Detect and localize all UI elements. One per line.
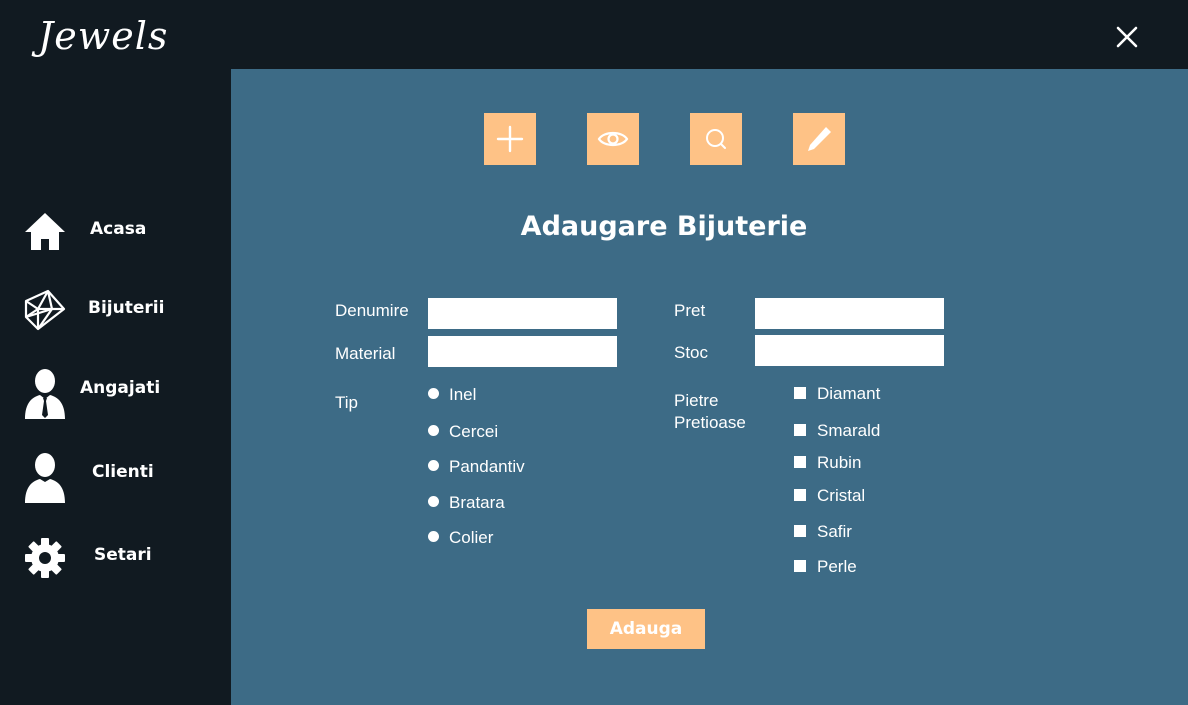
checkbox-label: Diamant (817, 384, 881, 403)
diamond-icon (22, 287, 68, 333)
radio-indicator (428, 460, 439, 471)
employee-icon (22, 367, 68, 419)
search-icon (706, 129, 726, 149)
sidebar-item-angajati[interactable]: Angajati (0, 359, 231, 419)
checkbox-indicator (794, 424, 806, 436)
checkbox-perle[interactable]: Perle (794, 557, 857, 577)
radio-indicator (428, 425, 439, 436)
pencil-icon (808, 127, 831, 151)
checkbox-label: Cristal (817, 486, 866, 505)
checkbox-label: Rubin (817, 453, 862, 472)
radio-colier[interactable]: Colier (428, 528, 493, 548)
checkbox-rubin[interactable]: Rubin (794, 453, 861, 473)
search-button[interactable] (690, 113, 742, 165)
adauga-button[interactable]: Adauga (587, 609, 705, 649)
radio-bratara[interactable]: Bratara (428, 493, 505, 513)
sidebar-item-label: Angajati (80, 378, 161, 398)
sidebar-item-label: Acasa (90, 219, 147, 239)
radio-inel[interactable]: Inel (428, 385, 476, 405)
radio-label: Colier (449, 528, 494, 547)
main-panel: Adaugare Bijuterie Denumire Material Pre… (231, 69, 1188, 705)
pret-label: Pret (674, 301, 706, 320)
gear-icon (22, 534, 68, 580)
sidebar-item-setari[interactable]: Setari (0, 526, 231, 586)
radio-indicator (428, 496, 439, 507)
radio-label: Pandantiv (449, 457, 525, 476)
app-logo: Jewels (38, 14, 169, 58)
sidebar-item-clienti[interactable]: Clienti (0, 443, 231, 503)
view-button[interactable] (587, 113, 639, 165)
edit-button[interactable] (793, 113, 845, 165)
checkbox-label: Perle (817, 557, 857, 576)
checkbox-cristal[interactable]: Cristal (794, 486, 865, 506)
tip-label: Tip (335, 393, 358, 412)
title-bar: Jewels (0, 0, 1188, 69)
page-title: Adaugare Bijuterie (520, 211, 808, 242)
sidebar-item-label: Clienti (92, 462, 154, 482)
sidebar-item-bijuterii[interactable]: Bijuterii (0, 279, 231, 339)
pietre-label-line1: Pietre (674, 391, 719, 410)
checkbox-diamant[interactable]: Diamant (794, 384, 880, 404)
radio-indicator (428, 388, 439, 399)
stoc-label: Stoc (674, 343, 709, 362)
radio-label: Bratara (449, 493, 505, 512)
checkbox-smarald[interactable]: Smarald (794, 421, 880, 441)
radio-indicator (428, 531, 439, 542)
close-icon[interactable] (1112, 22, 1142, 52)
radio-label: Inel (449, 385, 477, 404)
sidebar-item-label: Bijuterii (88, 298, 165, 318)
checkbox-label: Smarald (817, 421, 881, 440)
checkbox-indicator (794, 456, 806, 468)
checkbox-indicator (794, 525, 806, 537)
add-button[interactable] (484, 113, 536, 165)
radio-cercei[interactable]: Cercei (428, 422, 498, 442)
pietre-label-line2: Pretioase (674, 413, 746, 432)
material-label: Material (335, 344, 396, 363)
eye-icon (597, 131, 629, 147)
material-input[interactable] (428, 336, 617, 367)
checkbox-indicator (794, 387, 806, 399)
pret-input[interactable] (755, 298, 944, 329)
sidebar-item-acasa[interactable]: Acasa (0, 200, 231, 260)
stoc-input[interactable] (755, 335, 944, 366)
checkbox-label: Safir (817, 522, 852, 541)
denumire-label: Denumire (335, 301, 409, 320)
denumire-input[interactable] (428, 298, 617, 329)
checkbox-indicator (794, 489, 806, 501)
checkbox-indicator (794, 560, 806, 572)
home-icon (22, 208, 68, 254)
sidebar-item-label: Setari (94, 545, 152, 565)
checkbox-safir[interactable]: Safir (794, 522, 852, 542)
sidebar: Acasa Bijuterii Angajati Clienti Setari (0, 69, 231, 705)
plus-icon (496, 125, 524, 153)
radio-label: Cercei (449, 422, 499, 441)
radio-pandantiv[interactable]: Pandantiv (428, 457, 525, 477)
user-icon (22, 451, 68, 503)
